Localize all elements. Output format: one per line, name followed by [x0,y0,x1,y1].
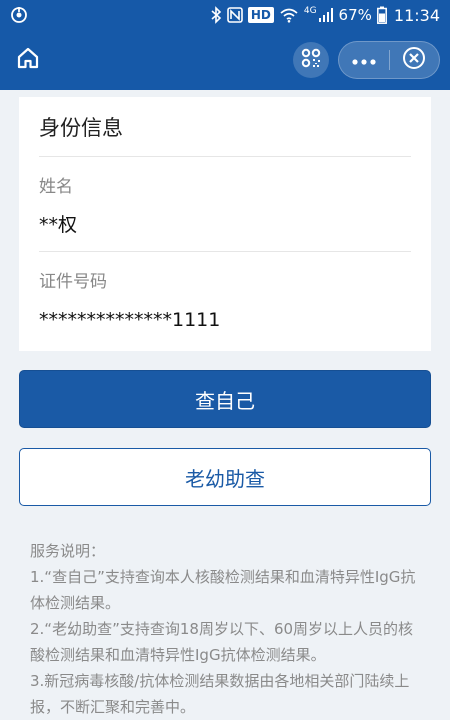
notes-item: 2.“老幼助查”支持查询18周岁以下、60周岁以上人员的核酸检测结果和血清特异性… [30,620,414,664]
identity-card: 身份信息 姓名 **权 证件号码 **************1111 [19,97,431,351]
assist-check-button[interactable]: 老幼助查 [19,448,431,506]
battery-percent: 67% [338,6,372,24]
nav-bar [0,30,450,90]
id-field: 证件号码 **************1111 [39,270,411,346]
battery-icon [376,6,387,24]
scan-button[interactable] [293,42,329,78]
name-value: **权 [39,214,78,236]
app-notification-icon [10,6,28,24]
home-button[interactable] [14,46,42,74]
more-button[interactable] [339,42,389,78]
status-bar: HD 4G 67% 11:34 [0,0,450,30]
hd-badge: HD [247,7,274,23]
notes-title: 服务说明： [30,542,106,560]
signal-icon [318,7,334,23]
id-label: 证件号码 [39,272,107,292]
wifi-icon [279,7,299,23]
card-title: 身份信息 [39,97,411,157]
self-check-button[interactable]: 查自己 [19,370,431,428]
name-field: 姓名 **权 [39,175,411,252]
home-icon [16,46,40,74]
service-notes: 服务说明： 1.“查自己”支持查询本人核酸检测结果和血清特异性IgG抗体检测结果… [30,538,425,720]
more-icon [352,51,376,70]
nfc-icon [227,7,243,23]
id-value: **************1111 [39,309,221,331]
notes-item: 3.新冠病毒核酸/抗体检测结果数据由各地相关部门陆续上报，不断汇聚和完善中。 [30,672,410,716]
network-type: 4G [303,6,317,16]
close-circle-icon [402,46,426,74]
clock: 11:34 [393,5,440,25]
name-label: 姓名 [39,177,73,197]
mini-program-capsule [338,41,440,79]
close-button[interactable] [389,42,439,78]
notes-item: 1.“查自己”支持查询本人核酸检测结果和血清特异性IgG抗体检测结果。 [30,568,416,612]
scan-icon [300,47,322,73]
bluetooth-icon [210,6,222,24]
